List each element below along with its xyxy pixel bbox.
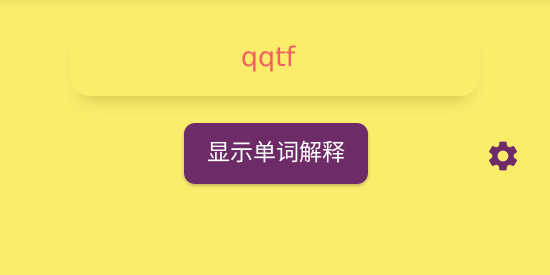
top-shadow (0, 0, 550, 8)
settings-button[interactable] (485, 138, 521, 174)
gear-icon (488, 141, 518, 171)
current-word: qqtf (240, 42, 296, 73)
show-definition-button[interactable]: 显示单词解释 (184, 123, 368, 184)
